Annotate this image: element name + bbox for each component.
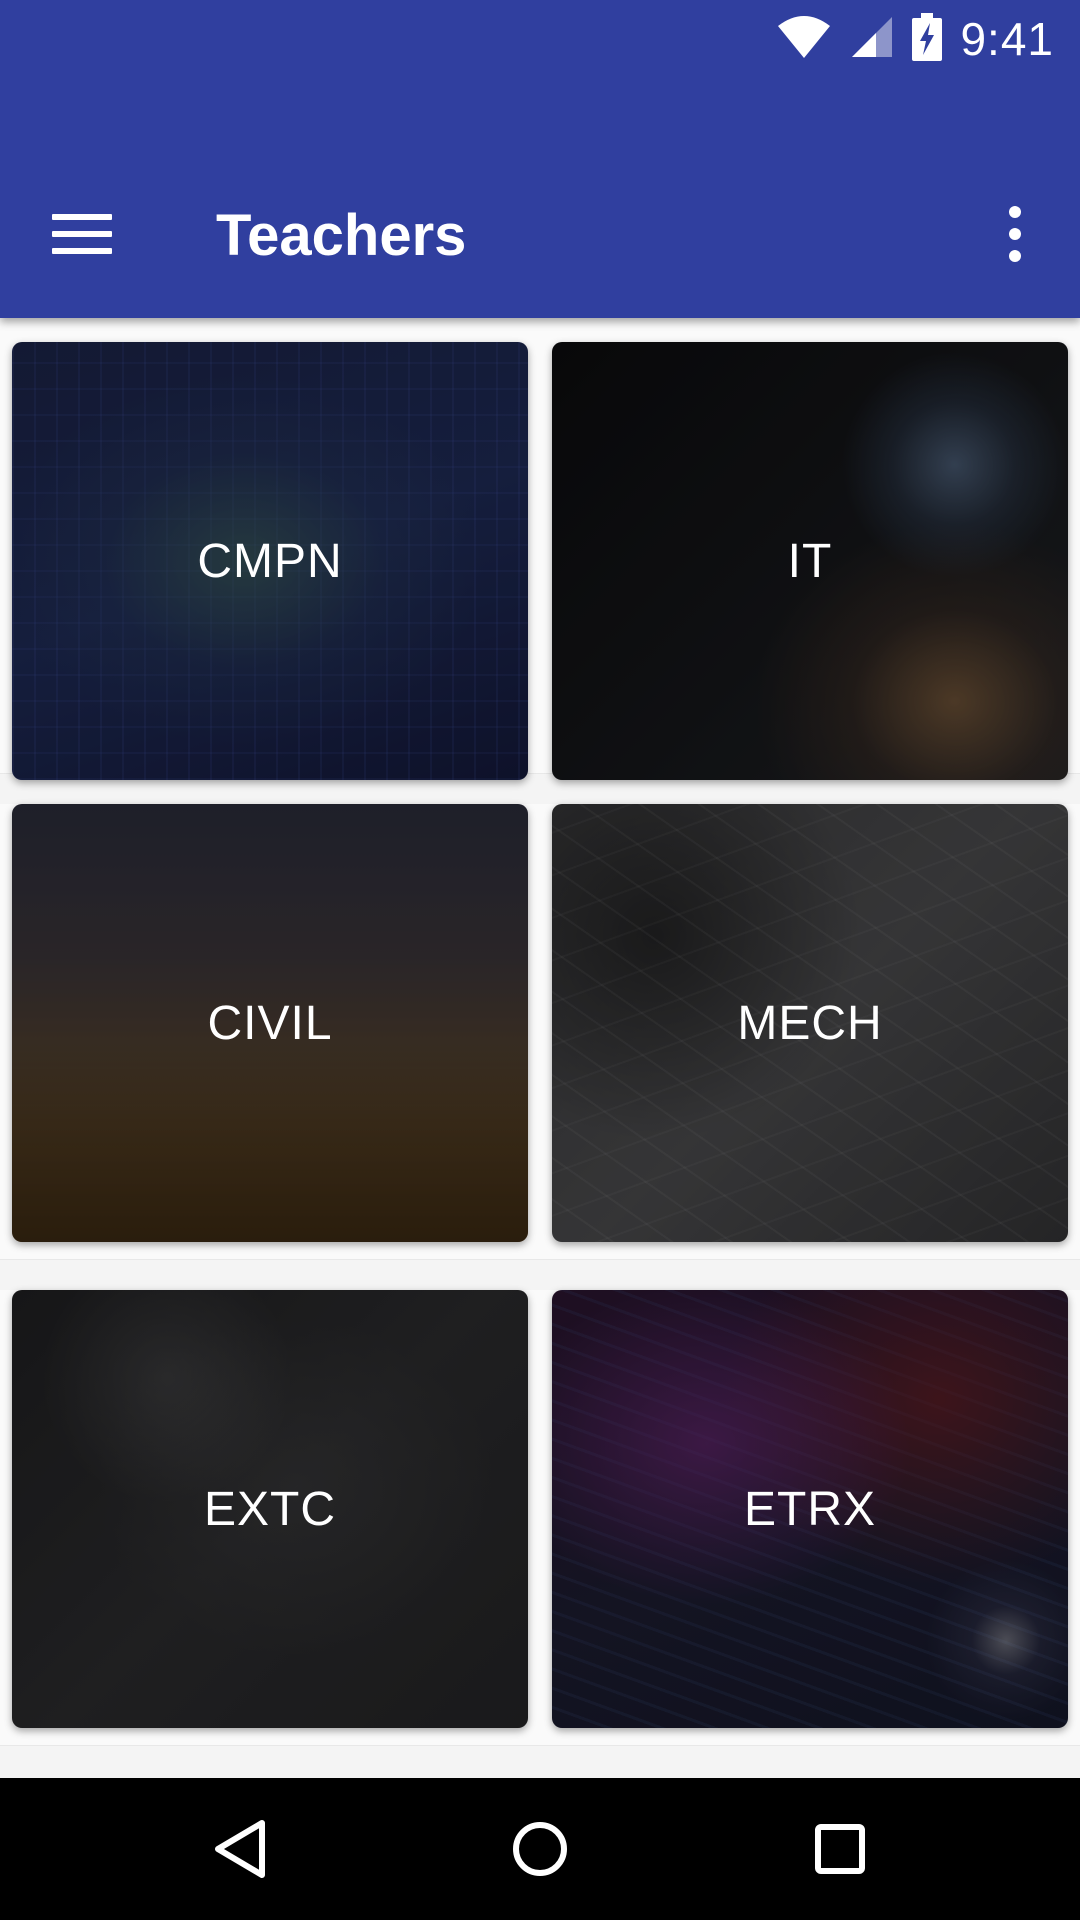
- back-icon[interactable]: [200, 1809, 280, 1889]
- wifi-icon: [776, 14, 832, 65]
- department-card-it[interactable]: IT: [552, 342, 1068, 780]
- department-card-etrx[interactable]: ETRX: [552, 1290, 1068, 1728]
- department-card-mech[interactable]: MECH: [552, 804, 1068, 1242]
- department-label: CMPN: [197, 534, 343, 588]
- grid-row: CIVIL MECH: [0, 804, 1080, 1260]
- department-card-cmpn[interactable]: CMPN: [12, 342, 528, 780]
- department-label: ETRX: [743, 1482, 876, 1536]
- status-bar: 9:41: [0, 0, 1080, 78]
- department-label: CIVIL: [207, 996, 333, 1050]
- grid-row: CMPN IT: [0, 318, 1080, 780]
- department-label: EXTC: [203, 1482, 336, 1536]
- department-label: IT: [787, 534, 833, 588]
- battery-charging-icon: [912, 12, 943, 66]
- grid-row: EXTC ETRX: [0, 1290, 1080, 1746]
- department-grid: CMPN IT CIVIL MECH EXTC ETRX: [0, 318, 1080, 1778]
- more-vert-icon[interactable]: [1000, 206, 1030, 262]
- signal-icon: [850, 15, 894, 64]
- page-title: Teachers: [216, 203, 467, 268]
- home-icon[interactable]: [500, 1809, 580, 1889]
- department-card-civil[interactable]: CIVIL: [12, 804, 528, 1242]
- status-time: 9:41: [960, 13, 1054, 65]
- department-card-extc[interactable]: EXTC: [12, 1290, 528, 1728]
- recents-icon[interactable]: [800, 1809, 880, 1889]
- hamburger-menu-icon[interactable]: [52, 206, 112, 262]
- app-bar: 9:41 Teachers: [0, 0, 1080, 318]
- navigation-bar: [0, 1778, 1080, 1920]
- toolbar: Teachers: [0, 178, 1080, 290]
- department-label: MECH: [737, 996, 883, 1050]
